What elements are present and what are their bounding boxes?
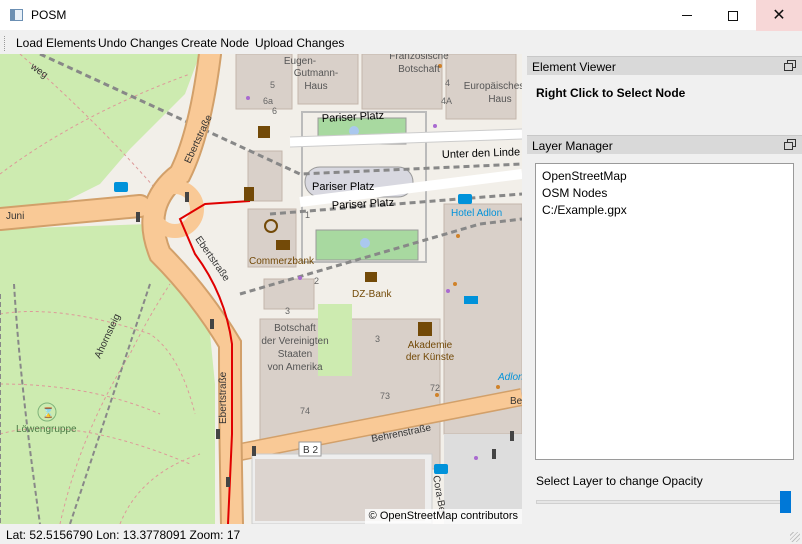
map-view[interactable]: ⌛ Juni weg Ebertstraße Ebertstraße Ebert… <box>0 54 522 524</box>
status-bar: Lat: 52.5156790 Lon: 13.3778091 Zoom: 17 <box>0 524 802 544</box>
map-label-us-embassy-1: Botschaft <box>274 323 316 334</box>
float-restore-icon[interactable] <box>784 60 796 71</box>
map-label-akademie-1: Akademie <box>408 340 453 351</box>
map-housenum-6a: 6a <box>263 96 273 106</box>
layer-item[interactable]: OSM Nodes <box>542 186 607 200</box>
toolbar: Load Elements Undo Changes Create Node U… <box>0 32 802 54</box>
map-housenum-73: 73 <box>380 391 390 401</box>
opacity-slider-track[interactable] <box>536 500 790 504</box>
minimize-icon <box>682 15 692 16</box>
upload-changes-button[interactable]: Upload Changes <box>255 36 344 50</box>
map-label-eugen-3: Haus <box>304 81 327 92</box>
map-label-be: Be <box>510 396 522 407</box>
map-label-europ-2: Haus <box>488 94 511 105</box>
map-label-dz-bank: DZ-Bank <box>352 289 392 300</box>
undo-changes-button[interactable]: Undo Changes <box>98 36 178 50</box>
opacity-slider-handle[interactable] <box>780 491 791 513</box>
load-elements-button[interactable]: Load Elements <box>16 36 96 50</box>
float-restore-icon[interactable] <box>784 139 796 150</box>
map-housenum-5: 5 <box>270 80 275 90</box>
minimize-button[interactable] <box>664 0 710 31</box>
map-label-ebertstrasse-c: Ebertstraße <box>218 371 229 424</box>
map-label-commerzbank: Commerzbank <box>249 256 315 267</box>
map-label-franz: Französische <box>389 54 449 62</box>
map-housenum-4a: 4A <box>441 96 452 106</box>
opacity-label: Select Layer to change Opacity <box>536 474 703 488</box>
map-label-us-embassy-4: von Amerika <box>267 362 322 373</box>
svg-text:⌛: ⌛ <box>42 406 54 419</box>
title-bar: POSM ✕ <box>0 0 802 31</box>
map-label-europ-1: Europäisches <box>464 81 522 92</box>
app-window-icon <box>10 9 23 21</box>
map-housenum-72: 72 <box>430 383 440 393</box>
map-housenum-3b: 3 <box>285 306 290 316</box>
close-icon: ✕ <box>772 6 786 24</box>
layer-manager-title: Layer Manager <box>532 139 613 153</box>
element-viewer-hint: Right Click to Select Node <box>536 86 686 100</box>
window-title: POSM <box>31 8 67 22</box>
layer-manager-titlebar[interactable]: Layer Manager <box>527 135 802 154</box>
maximize-icon <box>728 10 738 21</box>
map-housenum-6: 6 <box>272 106 277 116</box>
map-housenum-4: 4 <box>445 78 450 88</box>
map-label-juni: Juni <box>6 211 24 222</box>
map-housenum-74: 74 <box>300 406 310 416</box>
map-label-b2: B 2 <box>303 445 318 456</box>
close-button[interactable]: ✕ <box>756 0 802 31</box>
element-viewer-titlebar[interactable]: Element Viewer <box>527 56 802 75</box>
coordinates-status: Lat: 52.5156790 Lon: 13.3778091 Zoom: 17 <box>6 528 241 542</box>
map-attribution[interactable]: © OpenStreetMap contributors <box>364 509 522 524</box>
map-label-loewengruppe: Löwengruppe <box>16 424 77 435</box>
resize-grip-icon[interactable] <box>790 532 800 542</box>
map-label-eugen-1: Eugen- <box>284 56 316 67</box>
map-label-adlon-small: Adlon <box>497 372 522 383</box>
layer-list[interactable]: OpenStreetMap OSM Nodes C:/Example.gpx <box>535 163 794 460</box>
map-label-hotel-adlon: Hotel Adlon <box>451 208 502 219</box>
layer-item[interactable]: C:/Example.gpx <box>542 203 627 217</box>
map-canvas[interactable]: ⌛ Juni weg Ebertstraße Ebertstraße Ebert… <box>0 54 522 524</box>
map-label-botschaft: Botschaft <box>398 64 440 75</box>
map-label-eugen-2: Gutmann- <box>294 68 338 79</box>
create-node-button[interactable]: Create Node <box>181 36 249 50</box>
map-housenum-1: 1 <box>305 210 310 220</box>
map-housenum-3: 3 <box>375 334 380 344</box>
element-viewer-title: Element Viewer <box>532 60 616 74</box>
toolbar-grip-icon[interactable] <box>4 36 7 51</box>
map-housenum-2: 2 <box>314 276 319 286</box>
layer-item[interactable]: OpenStreetMap <box>542 169 627 183</box>
map-label-akademie-2: der Künste <box>406 352 455 363</box>
map-label-pariser-platz-mid: Pariser Platz <box>312 181 374 193</box>
map-label-us-embassy-3: Staaten <box>278 349 312 360</box>
map-label-us-embassy-2: der Vereinigten <box>261 336 328 347</box>
maximize-button[interactable] <box>710 0 756 31</box>
dock-splitter[interactable] <box>522 54 527 524</box>
